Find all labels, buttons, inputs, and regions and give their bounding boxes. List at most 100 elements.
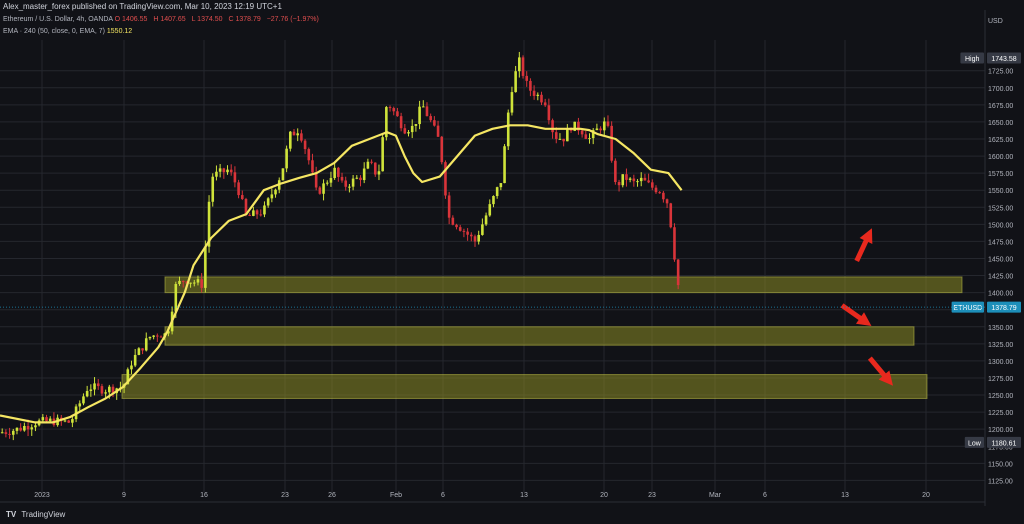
candle-body [148,336,152,339]
candle-body [255,210,259,215]
y-tick-label: 1725.00 [988,69,1013,76]
candle-body [584,134,588,139]
candle-body [104,392,107,394]
candle-body [499,183,503,188]
candle-body [133,354,137,366]
candle-body [558,138,562,140]
x-tick-label: 13 [520,492,528,499]
candle-body [130,365,133,370]
candle-body [599,128,602,131]
candle-body [407,132,410,134]
candle-body [521,57,525,76]
x-tick-label: 6 [441,492,445,499]
y-tick-label: 1150.00 [988,461,1013,468]
candle-body [159,336,163,338]
candle-body [41,417,45,421]
candle-body [418,106,421,125]
x-tick-label: 20 [600,492,608,499]
x-tick-label: 20 [922,492,930,499]
y-tick-label: 1400.00 [988,291,1013,298]
x-tick-label: 23 [281,492,289,499]
candle-body [307,149,311,161]
candle-body [444,162,447,196]
candle-body [15,427,19,431]
candle-body [484,215,488,225]
x-tick-label: 26 [328,492,336,499]
candle-body [410,125,414,133]
candle-body [34,425,37,428]
low-label: Low [968,440,982,447]
candle-body [425,106,429,117]
candle-body [658,192,661,194]
candle-body [566,128,569,142]
candle-body [370,161,373,163]
candle-body [108,386,111,393]
candle-body [144,338,148,351]
y-tick-label: 1475.00 [988,239,1013,246]
candle-body [510,92,514,113]
candle-body [344,180,348,187]
y-tick-label: 1250.00 [988,393,1013,400]
candle-body [259,214,263,216]
candle-body [48,418,52,422]
candle-body [492,196,495,205]
candle-body [503,146,506,184]
candle-body [529,80,532,91]
candle-body [636,181,639,183]
candle-body [495,187,499,197]
candle-body [240,195,244,200]
price-chart[interactable]: 1125.001150.001175.001200.001225.001250.… [0,0,1024,524]
candle-body [322,183,325,194]
candle-body [340,176,344,181]
candle-body [311,160,314,173]
candle-body [89,389,93,391]
tradingview-logo-icon: TV [6,510,17,519]
candle-body [189,282,192,284]
candle-body [156,335,159,337]
candle-body [8,433,11,435]
candle-body [628,178,632,180]
candle-body [440,136,444,163]
y-tick-label: 1450.00 [988,256,1013,263]
y-tick-label: 1625.00 [988,137,1013,144]
candle-body [281,168,285,181]
candle-body [392,108,396,112]
candle-body [0,432,4,434]
candle-body [514,71,517,93]
candle-body [673,227,676,260]
y-tick-label: 1225.00 [988,410,1013,417]
candle-body [337,167,340,177]
candle-body [639,177,643,182]
low-value: 1180.61 [992,440,1017,447]
y-tick-label: 1600.00 [988,154,1013,161]
last-price-value: 1378.79 [991,305,1016,312]
candle-body [266,198,270,206]
candle-body [270,194,274,199]
tradingview-brand: TradingView [21,510,66,519]
candle-body [100,386,104,394]
high-label: High [965,56,980,63]
candle-body [196,279,200,283]
candle-body [632,178,636,182]
candle-body [233,172,237,183]
candle-body [4,432,8,434]
candle-body [662,192,665,200]
candle-body [551,120,554,133]
candle-body [11,430,15,435]
candle-body [222,168,226,173]
x-tick-label: 2023 [34,492,50,499]
candle-body [285,148,288,169]
x-tick-label: 23 [648,492,656,499]
high-value: 1743.58 [991,56,1016,63]
x-tick-label: 6 [763,492,767,499]
candle-body [506,112,510,147]
candle-body [30,427,34,430]
y-tick-label: 1575.00 [988,171,1013,178]
candle-body [381,137,384,172]
candle-body [204,246,207,288]
candle-body [359,177,362,181]
y-tick-label: 1675.00 [988,103,1013,110]
x-tick-label: Feb [390,492,402,499]
candle-body [536,94,540,96]
candle-body [325,182,329,184]
